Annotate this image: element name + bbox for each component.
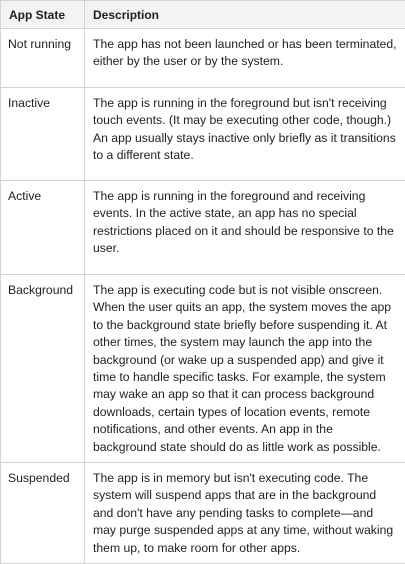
table-row: Suspended The app is in memory but isn't…: [1, 463, 405, 564]
table-row: Inactive The app is running in the foreg…: [1, 88, 405, 181]
app-state-cell: Not running: [1, 29, 85, 88]
table-header-row: App State Description: [1, 1, 405, 29]
app-state-cell: Inactive: [1, 88, 85, 181]
description-cell: The app has not been launched or has bee…: [85, 29, 405, 88]
description-cell: The app is executing code but is not vis…: [85, 275, 405, 463]
description-cell: The app is in memory but isn't executing…: [85, 463, 405, 564]
column-header-description: Description: [85, 1, 405, 29]
app-state-cell: Suspended: [1, 463, 85, 564]
table-row: Background The app is executing code but…: [1, 275, 405, 463]
table-row: Active The app is running in the foregro…: [1, 181, 405, 275]
description-cell: The app is running in the foreground but…: [85, 88, 405, 181]
app-state-cell: Background: [1, 275, 85, 463]
app-state-table: App State Description Not running The ap…: [0, 0, 405, 564]
table-row: Not running The app has not been launche…: [1, 29, 405, 88]
app-state-cell: Active: [1, 181, 85, 275]
column-header-app-state: App State: [1, 1, 85, 29]
description-cell: The app is running in the foreground and…: [85, 181, 405, 275]
